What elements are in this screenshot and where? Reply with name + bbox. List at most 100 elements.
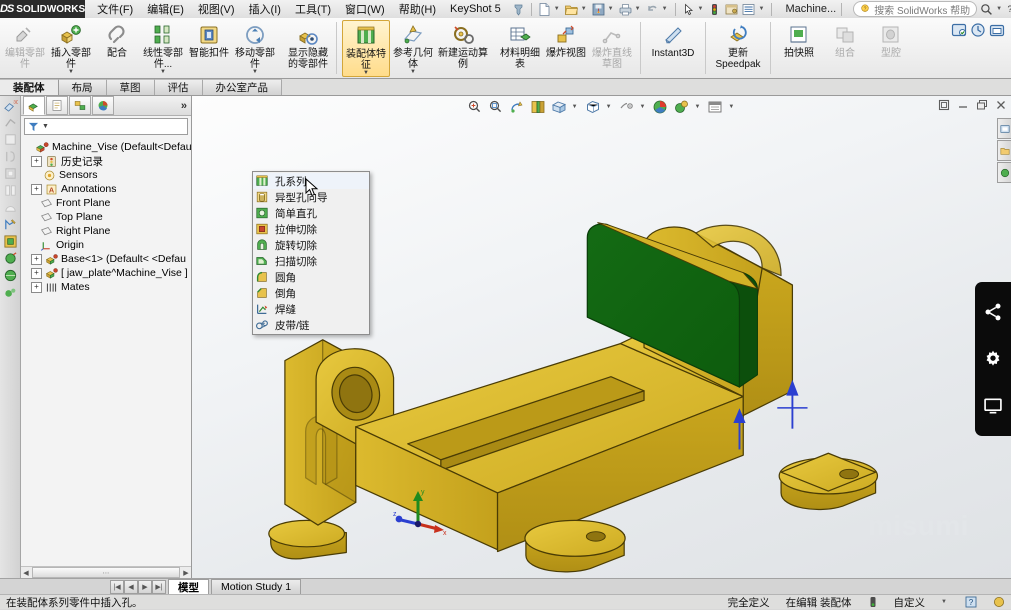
first-icon[interactable]: |◀: [110, 579, 124, 594]
tree-item-base-component[interactable]: + Base<1> (Default< <Defau: [23, 252, 191, 266]
menu-item-swept-cut[interactable]: 扫描切除: [253, 253, 369, 269]
options-icon[interactable]: [724, 2, 739, 17]
select-caret-icon[interactable]: ▼: [698, 6, 704, 12]
assembly-features-caret-icon[interactable]: ▼: [363, 70, 369, 76]
bottom-tab-motion-study[interactable]: Motion Study 1: [211, 579, 302, 594]
status-custom-caret-icon[interactable]: ▼: [941, 599, 947, 605]
print-caret-icon[interactable]: ▼: [635, 6, 641, 12]
new-document-caret-icon[interactable]: ▼: [554, 6, 560, 12]
prev-icon[interactable]: ◀: [124, 579, 138, 594]
revolve-boss-icon[interactable]: [3, 149, 18, 164]
sketch-edit-icon[interactable]: [3, 217, 18, 232]
monitor-icon[interactable]: [983, 396, 1003, 416]
scroll-thumb[interactable]: ⋯: [32, 567, 180, 578]
menu-item-edit[interactable]: 编辑(E): [147, 1, 184, 17]
tree-item-origin[interactable]: Origin: [23, 238, 191, 252]
tree-expander[interactable]: +: [31, 281, 42, 293]
display-manager-tab[interactable]: [92, 96, 114, 115]
tree-item-mates[interactable]: + Mates: [23, 280, 191, 294]
ribbon-button-move-component[interactable]: 移动零部件 ▼: [232, 20, 278, 75]
property-manager-tab[interactable]: [46, 96, 68, 115]
open-folder-caret-icon[interactable]: ▼: [581, 6, 587, 12]
menu-item-view[interactable]: 视图(V): [198, 1, 235, 17]
tree-expander[interactable]: +: [31, 155, 42, 167]
menu-item-file[interactable]: 文件(F): [97, 1, 133, 17]
print-icon[interactable]: [618, 2, 633, 17]
tree-expander[interactable]: +: [31, 183, 42, 195]
status-help-icon[interactable]: ?: [965, 596, 977, 608]
menu-item-belt-chain[interactable]: 皮带/链: [253, 317, 369, 333]
mirror-icon[interactable]: [3, 183, 18, 198]
display-list-icon[interactable]: [741, 2, 756, 17]
extrude-boss-icon[interactable]: [3, 132, 18, 147]
tree-expander[interactable]: +: [31, 267, 42, 279]
appearance-icon[interactable]: [3, 251, 18, 266]
ribbon-button-show-hidden[interactable]: 显示隐藏的零部件: [285, 20, 331, 70]
tree-item-assembly-root[interactable]: Machine_Vise (Default<Defau: [23, 140, 191, 154]
feature-tree-horizontal-scrollbar[interactable]: ◀ ⋯ ▶: [21, 566, 191, 578]
tab-evaluate[interactable]: 评估: [154, 79, 203, 95]
tab-sketch[interactable]: 草图: [106, 79, 155, 95]
3d-sketch-icon[interactable]: 3D: [3, 98, 18, 113]
ribbon-button-instant3d[interactable]: Instant3D: [646, 20, 700, 59]
gear-icon[interactable]: [983, 349, 1003, 369]
graphics-area[interactable]: ▼ ▼ ▼ ▼ ▼ misumi z x y: [192, 96, 1011, 578]
select-arrow-icon[interactable]: [681, 2, 696, 17]
tree-item-right-plane[interactable]: Right Plane: [23, 224, 191, 238]
ribbon-button-insert-component[interactable]: 插入零部件 ▼: [48, 20, 94, 75]
reference-geometry-caret-icon[interactable]: ▼: [410, 69, 416, 75]
dome-icon[interactable]: [3, 200, 18, 215]
display-state-icon[interactable]: [3, 234, 18, 249]
scene-icon[interactable]: [3, 268, 18, 283]
save-caret-icon[interactable]: ▼: [608, 6, 614, 12]
tree-item-top-plane[interactable]: Top Plane: [23, 210, 191, 224]
save-icon[interactable]: !: [591, 2, 606, 17]
menu-item-weld-bead[interactable]: 焊缝: [253, 301, 369, 317]
menu-item-insert[interactable]: 插入(I): [249, 1, 281, 17]
scroll-right-arrow-icon[interactable]: ▶: [181, 569, 191, 577]
tree-item-annotations[interactable]: + A Annotations: [23, 182, 191, 196]
menu-item-revolved-cut[interactable]: 旋转切除: [253, 237, 369, 253]
menu-item-simple-hole[interactable]: 简单直孔: [253, 205, 369, 221]
feature-manager-more-button[interactable]: »: [181, 100, 187, 112]
ribbon-button-bom[interactable]: 材料明细表: [497, 20, 543, 70]
ribbon-button-linear-pattern[interactable]: 线性零部件... ▼: [140, 20, 186, 75]
display-list-caret-icon[interactable]: ▼: [758, 6, 764, 12]
menu-item-fillet[interactable]: 圆角: [253, 269, 369, 285]
menu-item-tools[interactable]: 工具(T): [295, 1, 331, 17]
tab-office-products[interactable]: 办公室产品: [202, 79, 282, 95]
tree-item-history[interactable]: + 历史记录: [23, 154, 191, 168]
record-icon[interactable]: [970, 22, 986, 38]
menu-item-keyshot[interactable]: KeyShot 5: [450, 3, 501, 15]
share-icon[interactable]: [983, 302, 1003, 322]
tree-expander[interactable]: +: [31, 253, 42, 265]
ribbon-button-smart-fastener[interactable]: 智能扣件: [186, 20, 232, 59]
machine-vise-3d-model[interactable]: [192, 96, 1011, 578]
ribbon-button-assembly-features[interactable]: 装配体特征 ▼: [342, 20, 390, 77]
folder-capture-icon[interactable]: [989, 22, 1005, 38]
last-icon[interactable]: ▶|: [152, 579, 166, 594]
menu-item-extruded-cut[interactable]: 拉伸切除: [253, 221, 369, 237]
search-icon[interactable]: [979, 2, 994, 17]
pin-icon[interactable]: [511, 2, 526, 17]
filter-caret-icon[interactable]: ▼: [42, 123, 49, 130]
tab-layout[interactable]: 布局: [58, 79, 107, 95]
scroll-left-arrow-icon[interactable]: ◀: [21, 569, 31, 577]
ribbon-button-reference-geometry[interactable]: 参考几何体 ▼: [390, 20, 436, 75]
ribbon-button-snapshot[interactable]: 拍快照: [776, 20, 822, 59]
sketch-line-icon[interactable]: [3, 115, 18, 130]
tree-item-front-plane[interactable]: Front Plane: [23, 196, 191, 210]
ribbon-button-update-speedpak[interactable]: 更新 Speedpak: [711, 20, 765, 70]
insert-component-caret-icon[interactable]: ▼: [68, 69, 74, 75]
ribbon-button-new-motion-study[interactable]: 新建运动算例: [436, 20, 490, 70]
search-caret-icon[interactable]: ▼: [996, 6, 1002, 12]
tree-item-sensors[interactable]: Sensors: [23, 168, 191, 182]
ribbon-button-cavity[interactable]: 型腔: [868, 20, 914, 59]
bottom-tab-model[interactable]: 模型: [168, 579, 209, 594]
next-icon[interactable]: ▶: [138, 579, 152, 594]
tab-assembly[interactable]: 装配体: [0, 79, 59, 95]
new-document-icon[interactable]: [537, 2, 552, 17]
ribbon-button-mate[interactable]: 配合: [94, 20, 140, 59]
capture-icon[interactable]: [951, 22, 967, 38]
open-folder-icon[interactable]: [564, 2, 579, 17]
